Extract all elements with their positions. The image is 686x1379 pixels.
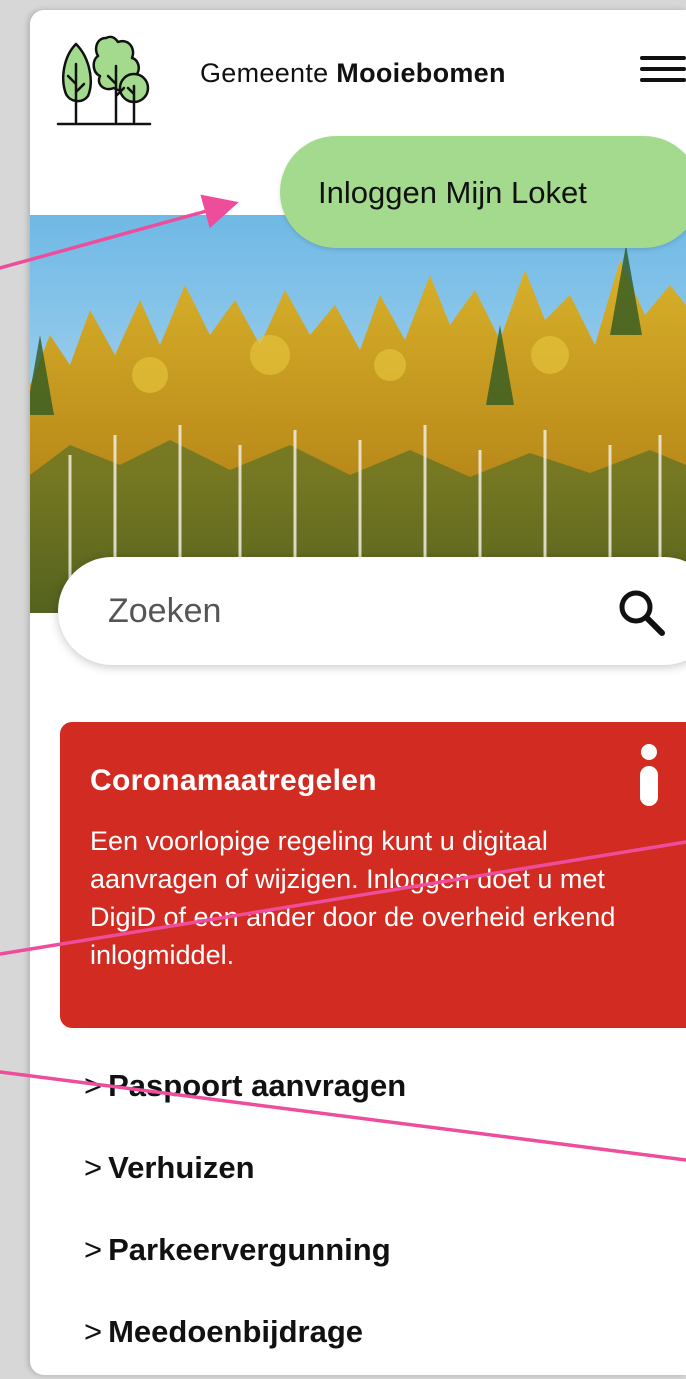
alert-title: Coronamaatregelen (90, 764, 377, 797)
alert-body: Een voorlopige regeling kunt u digitaal … (90, 826, 616, 970)
link-label: Verhuizen (108, 1150, 255, 1185)
hero-forest-image (30, 215, 686, 613)
municipality-name: Mooiebomen (336, 58, 506, 88)
search-bar[interactable] (58, 557, 686, 665)
municipality-title: Gemeente Mooiebomen (200, 58, 506, 89)
search-input[interactable] (106, 587, 530, 635)
login-button-label: Inloggen Mijn Loket (318, 175, 587, 210)
municipality-prefix: Gemeente (200, 58, 329, 88)
link-label: Paspoort aanvragen (108, 1068, 407, 1103)
link-label: Meedoenbijdrage (108, 1314, 364, 1349)
link-arrow: > (84, 1150, 103, 1185)
search-icon[interactable] (616, 587, 666, 637)
link-parkeervergunning[interactable]: > Parkeervergunning (84, 1232, 644, 1278)
corona-alert-card[interactable]: Coronamaatregelen Een voorlopige regelin… (60, 722, 686, 1028)
link-arrow: > (84, 1314, 103, 1349)
link-arrow: > (84, 1232, 103, 1267)
phone-screen: Gemeente Mooiebomen Inloggen Mijn Loket … (30, 10, 686, 1375)
tree-logo-icon[interactable] (56, 26, 152, 130)
link-meedoenbijdrage[interactable]: > Meedoenbijdrage (84, 1314, 644, 1360)
hamburger-menu-icon[interactable] (640, 56, 686, 92)
link-arrow: > (84, 1068, 103, 1103)
login-mijn-loket-button[interactable]: Inloggen Mijn Loket (280, 136, 686, 248)
link-label: Parkeervergunning (108, 1232, 391, 1267)
link-paspoort-aanvragen[interactable]: > Paspoort aanvragen (84, 1068, 644, 1114)
quick-links-list: > Paspoort aanvragen > Verhuizen > Parkeerv… (84, 1068, 644, 1375)
info-icon[interactable] (638, 744, 660, 806)
link-verhuizen[interactable]: > Verhuizen (84, 1150, 644, 1196)
